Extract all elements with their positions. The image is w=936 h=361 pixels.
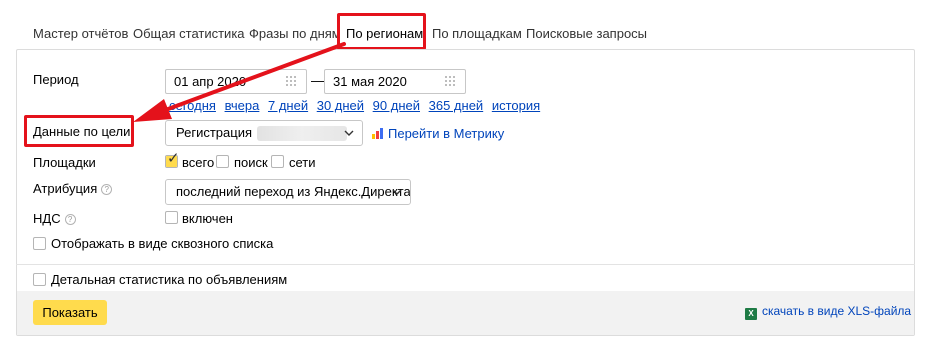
flat-list-label: Отображать в виде сквозного списка bbox=[51, 236, 274, 251]
quick-link-history[interactable]: история bbox=[492, 98, 540, 113]
platform-search-checkbox[interactable] bbox=[216, 155, 229, 168]
calendar-icon[interactable] bbox=[286, 76, 298, 87]
period-label: Период bbox=[33, 72, 79, 87]
metrika-icon bbox=[372, 128, 384, 139]
platform-search-label: поиск bbox=[234, 155, 268, 170]
goal-select-value: Регистрация bbox=[176, 125, 252, 140]
chevron-down-icon bbox=[392, 189, 402, 195]
platform-all-checkbox[interactable]: ✓ bbox=[165, 151, 180, 168]
tab-phrases-by-day[interactable]: Фразы по дням bbox=[249, 26, 341, 41]
attribution-label: Атрибуция? bbox=[33, 181, 113, 196]
tab-highlight-box bbox=[337, 13, 426, 50]
date-to-input[interactable]: 31 мая 2020 bbox=[324, 69, 466, 94]
metrika-link-label: Перейти в Метрику bbox=[388, 126, 505, 141]
date-from-input[interactable]: 01 апр 2020 bbox=[165, 69, 307, 94]
detailed-stats-checkbox[interactable] bbox=[33, 273, 46, 286]
vat-included-label: включен bbox=[182, 211, 233, 226]
xls-download-label: скачать в виде XLS-файла bbox=[762, 304, 912, 318]
tab-report-wizard[interactable]: Мастер отчётов bbox=[33, 26, 128, 41]
platforms-label: Площадки bbox=[33, 155, 96, 170]
quick-link-365-days[interactable]: 365 дней bbox=[429, 98, 484, 113]
vat-included-checkbox[interactable] bbox=[165, 211, 178, 224]
vat-label: НДС? bbox=[33, 211, 76, 226]
xls-download-link[interactable]: Xскачать в виде XLS-файла bbox=[745, 304, 911, 320]
help-icon[interactable]: ? bbox=[101, 184, 113, 195]
quick-link-90-days[interactable]: 90 дней bbox=[373, 98, 420, 113]
checkmark-icon: ✓ bbox=[167, 150, 180, 167]
report-tabs: Мастер отчётов Общая статистика Фразы по… bbox=[0, 0, 936, 56]
platform-networks-label: сети bbox=[289, 155, 316, 170]
goal-label-highlight-box bbox=[24, 115, 134, 147]
vat-label-text: НДС bbox=[33, 211, 61, 226]
date-range-dash: — bbox=[311, 72, 325, 88]
platform-networks-checkbox[interactable] bbox=[271, 155, 284, 168]
tab-general-stats[interactable]: Общая статистика bbox=[133, 26, 245, 41]
date-from-value: 01 апр 2020 bbox=[174, 74, 247, 89]
quick-link-7-days[interactable]: 7 дней bbox=[268, 98, 308, 113]
blurred-goal-name bbox=[257, 126, 347, 141]
quick-link-yesterday[interactable]: вчера bbox=[225, 98, 260, 113]
calendar-icon[interactable] bbox=[445, 76, 457, 87]
detailed-stats-label: Детальная статистика по объявлениям bbox=[51, 272, 288, 287]
platform-all-label: всего bbox=[182, 155, 215, 170]
goal-select[interactable]: Регистрация bbox=[165, 120, 363, 146]
attribution-select-value: последний переход из Яндекс.Директа bbox=[176, 184, 411, 199]
help-icon[interactable]: ? bbox=[64, 214, 76, 225]
period-quick-links: сегодня вчера 7 дней 30 дней 90 дней 365… bbox=[169, 98, 545, 113]
tab-search-queries[interactable]: Поисковые запросы bbox=[526, 26, 647, 41]
flat-list-checkbox[interactable] bbox=[33, 237, 46, 250]
attribution-select[interactable]: последний переход из Яндекс.Директа bbox=[165, 179, 411, 205]
attribution-label-text: Атрибуция bbox=[33, 181, 98, 196]
quick-link-today[interactable]: сегодня bbox=[169, 98, 216, 113]
date-to-value: 31 мая 2020 bbox=[333, 74, 407, 89]
section-divider bbox=[16, 264, 915, 265]
chevron-down-icon bbox=[344, 130, 354, 136]
tab-by-platform[interactable]: По площадкам bbox=[432, 26, 522, 41]
quick-link-30-days[interactable]: 30 дней bbox=[317, 98, 364, 113]
excel-icon: X bbox=[745, 308, 757, 320]
show-button[interactable]: Показать bbox=[33, 300, 107, 325]
metrika-link[interactable]: Перейти в Метрику bbox=[372, 126, 504, 141]
